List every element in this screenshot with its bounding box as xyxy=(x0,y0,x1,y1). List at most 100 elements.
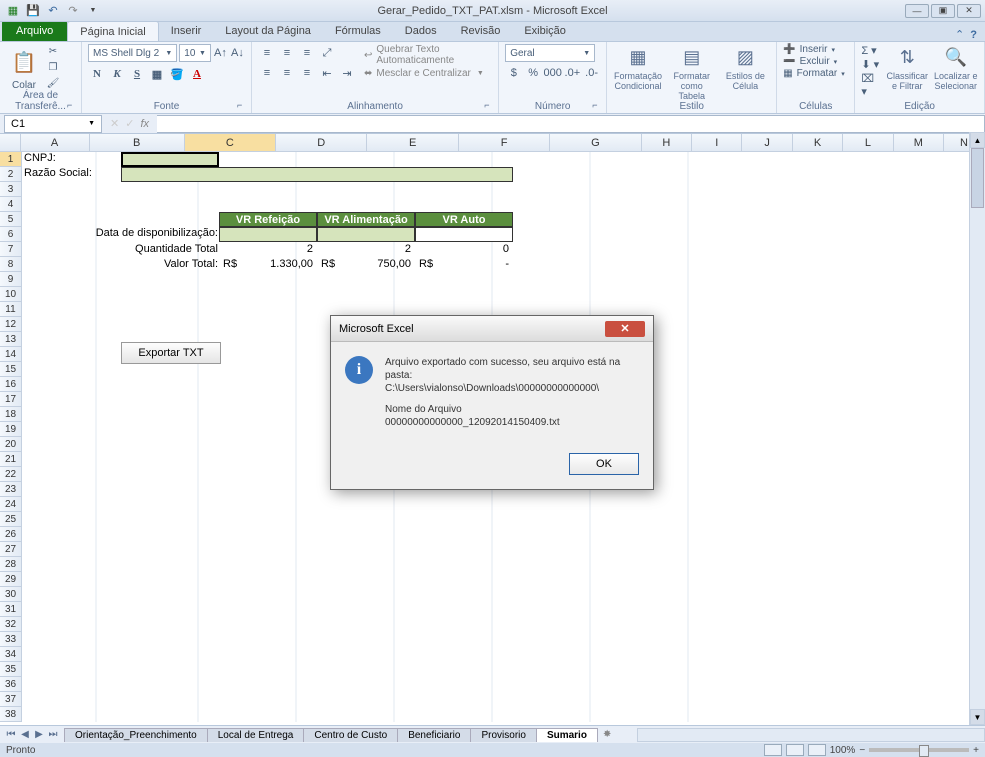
redo-icon[interactable]: ↷ xyxy=(64,3,82,19)
paste-icon[interactable]: 📋 xyxy=(6,44,42,80)
row-header-22[interactable]: 22 xyxy=(0,467,22,482)
row-header-1[interactable]: 1 xyxy=(0,152,22,167)
row-header-4[interactable]: 4 xyxy=(0,197,22,212)
row-header-23[interactable]: 23 xyxy=(0,482,22,497)
row-header-18[interactable]: 18 xyxy=(0,407,22,422)
formula-input[interactable] xyxy=(157,115,985,133)
copy-icon[interactable]: ❐ xyxy=(44,60,62,74)
dialog-ok-button[interactable]: OK xyxy=(569,453,639,475)
save-icon[interactable]: 💾 xyxy=(24,3,42,19)
row-header-30[interactable]: 30 xyxy=(0,587,22,602)
cut-icon[interactable]: ✂ xyxy=(44,44,62,58)
row-header-8[interactable]: 8 xyxy=(0,257,22,272)
format-table-button[interactable]: ▤ Formatar como Tabela xyxy=(667,44,717,102)
col-header-i[interactable]: I xyxy=(692,134,742,151)
enter-formula-icon[interactable]: ✓ xyxy=(125,117,134,130)
sheet-tab-sumario[interactable]: Sumario xyxy=(536,728,598,742)
sheet-tab-beneficiario[interactable]: Beneficiario xyxy=(397,728,471,742)
row-header-37[interactable]: 37 xyxy=(0,692,22,707)
cancel-formula-icon[interactable]: ✕ xyxy=(110,117,119,130)
decrease-indent-icon[interactable]: ⇤ xyxy=(318,64,336,82)
currency-icon[interactable]: $ xyxy=(505,64,522,82)
row-header-36[interactable]: 36 xyxy=(0,677,22,692)
view-layout-icon[interactable] xyxy=(786,744,804,756)
file-tab[interactable]: Arquivo xyxy=(2,21,67,41)
zoom-in-icon[interactable]: + xyxy=(973,745,979,756)
cell-f6-input[interactable] xyxy=(415,227,513,242)
select-all-corner[interactable] xyxy=(0,134,21,151)
italic-icon[interactable]: K xyxy=(108,65,126,83)
exportar-txt-button[interactable]: Exportar TXT xyxy=(121,342,221,364)
alignment-launcher-icon[interactable]: ⌐ xyxy=(484,100,496,112)
number-format-dropdown[interactable]: Geral ▼ xyxy=(505,44,595,62)
row-header-12[interactable]: 12 xyxy=(0,317,22,332)
cell-styles-button[interactable]: ▨ Estilos de Célula xyxy=(721,44,771,92)
increase-indent-icon[interactable]: ⇥ xyxy=(338,64,356,82)
close-button[interactable]: ✕ xyxy=(957,4,981,18)
sheet-tab-local[interactable]: Local de Entrega xyxy=(207,728,305,742)
row-header-34[interactable]: 34 xyxy=(0,647,22,662)
sheet-nav-prev-icon[interactable]: ◀ xyxy=(18,729,32,740)
row-header-27[interactable]: 27 xyxy=(0,542,22,557)
percent-icon[interactable]: % xyxy=(524,64,541,82)
autosum-icon[interactable]: Σ ▾ xyxy=(861,44,881,57)
increase-decimal-icon[interactable]: .0+ xyxy=(564,64,581,82)
align-center-icon[interactable]: ≡ xyxy=(278,64,296,82)
row-header-3[interactable]: 3 xyxy=(0,182,22,197)
col-header-m[interactable]: M xyxy=(894,134,944,151)
row-header-35[interactable]: 35 xyxy=(0,662,22,677)
row-header-21[interactable]: 21 xyxy=(0,452,22,467)
comma-icon[interactable]: 000 xyxy=(544,64,562,82)
sheet-tab-centro[interactable]: Centro de Custo xyxy=(303,728,398,742)
number-launcher-icon[interactable]: ⌐ xyxy=(592,100,604,112)
shrink-font-icon[interactable]: A↓ xyxy=(230,44,245,62)
tab-review[interactable]: Revisão xyxy=(449,21,513,41)
col-header-l[interactable]: L xyxy=(843,134,893,151)
row-header-38[interactable]: 38 xyxy=(0,707,22,722)
row-header-10[interactable]: 10 xyxy=(0,287,22,302)
row-header-9[interactable]: 9 xyxy=(0,272,22,287)
new-sheet-icon[interactable]: ✸ xyxy=(597,729,617,740)
row-header-20[interactable]: 20 xyxy=(0,437,22,452)
wrap-text-button[interactable]: ↩Quebrar Texto Automaticamente xyxy=(364,44,492,66)
tab-formulas[interactable]: Fórmulas xyxy=(323,21,393,41)
row-header-15[interactable]: 15 xyxy=(0,362,22,377)
view-normal-icon[interactable] xyxy=(764,744,782,756)
decrease-decimal-icon[interactable]: .0- xyxy=(583,64,600,82)
horizontal-scrollbar[interactable] xyxy=(637,728,985,742)
font-name-dropdown[interactable]: MS Shell Dlg 2 ▼ xyxy=(88,44,177,62)
help-icon[interactable]: ? xyxy=(970,29,977,41)
font-color-icon[interactable]: A xyxy=(188,65,206,83)
sheet-tab-provisorio[interactable]: Provisorio xyxy=(470,728,536,742)
ribbon-minimize-icon[interactable]: ⌃ xyxy=(955,28,964,41)
align-right-icon[interactable]: ≡ xyxy=(298,64,316,82)
align-left-icon[interactable]: ≡ xyxy=(258,64,276,82)
view-pagebreak-icon[interactable] xyxy=(808,744,826,756)
fx-icon[interactable]: fx xyxy=(140,118,149,130)
name-box[interactable]: C1 ▼ xyxy=(4,115,102,133)
border-icon[interactable]: ▦ xyxy=(148,65,166,83)
underline-icon[interactable]: S xyxy=(128,65,146,83)
row-header-28[interactable]: 28 xyxy=(0,557,22,572)
scroll-thumb[interactable] xyxy=(971,148,984,208)
row-header-25[interactable]: 25 xyxy=(0,512,22,527)
row-header-16[interactable]: 16 xyxy=(0,377,22,392)
tab-insert[interactable]: Inserir xyxy=(159,21,214,41)
cell-e6-input[interactable] xyxy=(317,227,415,242)
row-header-11[interactable]: 11 xyxy=(0,302,22,317)
dialog-close-button[interactable]: ✕ xyxy=(605,321,645,337)
row-header-31[interactable]: 31 xyxy=(0,602,22,617)
sheet-nav-first-icon[interactable]: ⏮ xyxy=(4,729,18,740)
font-size-dropdown[interactable]: 10 ▼ xyxy=(179,44,211,62)
col-header-c[interactable]: C xyxy=(185,134,276,151)
insert-cells-button[interactable]: ➕Inserir▾ xyxy=(783,44,848,55)
scroll-down-icon[interactable]: ▼ xyxy=(970,709,985,725)
col-header-d[interactable]: D xyxy=(276,134,367,151)
row-header-19[interactable]: 19 xyxy=(0,422,22,437)
format-cells-button[interactable]: ▦Formatar▾ xyxy=(783,68,848,79)
scroll-up-icon[interactable]: ▲ xyxy=(970,132,985,148)
tab-home[interactable]: Página Inicial xyxy=(67,21,158,41)
tab-page-layout[interactable]: Layout da Página xyxy=(213,21,323,41)
row-header-5[interactable]: 5 xyxy=(0,212,22,227)
zoom-out-icon[interactable]: − xyxy=(859,745,865,756)
